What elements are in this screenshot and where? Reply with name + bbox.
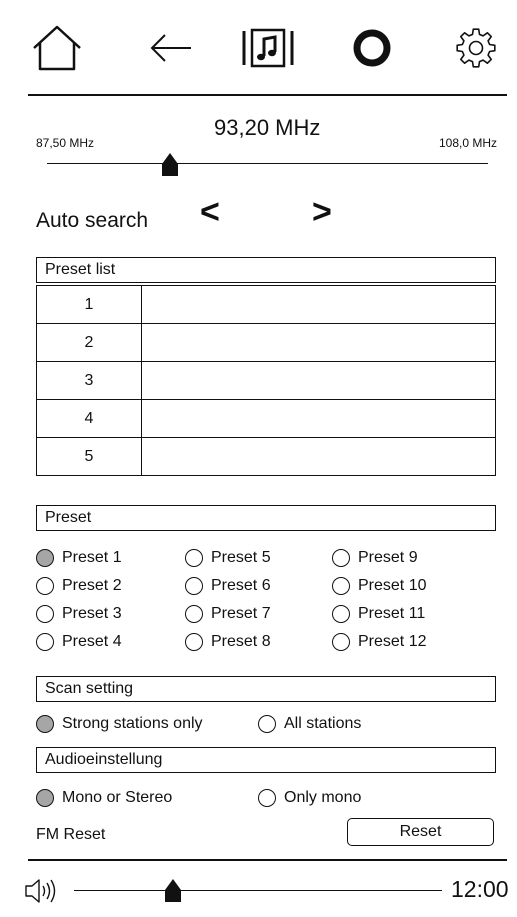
preset-option[interactable]: Preset 10 xyxy=(332,577,426,595)
scan-strong-label: Strong stations only xyxy=(62,715,203,732)
radio-unselected[interactable] xyxy=(332,633,350,651)
preset-option-label: Preset 6 xyxy=(211,577,271,594)
speaker-icon xyxy=(25,879,56,903)
preset-list-table: 12345 xyxy=(36,285,496,476)
volume-slider[interactable] xyxy=(74,878,442,902)
preset-option-label: Preset 10 xyxy=(358,577,427,594)
music-library-button[interactable] xyxy=(240,20,296,76)
preset-option-label: Preset 7 xyxy=(211,605,271,622)
preset-option[interactable]: Preset 9 xyxy=(332,549,418,567)
preset-station-name xyxy=(141,399,496,438)
radio-selected[interactable] xyxy=(36,549,54,567)
tuner-slider[interactable] xyxy=(47,153,488,184)
preset-option[interactable]: Preset 8 xyxy=(185,633,271,651)
preset-number: 4 xyxy=(36,399,142,438)
radio-unselected[interactable] xyxy=(332,549,350,567)
radio-selected[interactable] xyxy=(36,789,54,807)
radio-unselected[interactable] xyxy=(258,715,276,733)
tuner-min-label: 87,50 MHz xyxy=(36,136,95,150)
home-icon xyxy=(33,25,81,71)
preset-header: Preset xyxy=(36,505,496,531)
radio-unselected[interactable] xyxy=(258,789,276,807)
audio-mono-option[interactable]: Only mono xyxy=(258,789,361,807)
audio-setting-header: Audioeinstellung xyxy=(36,747,496,773)
tuner-current-frequency: 93,20 MHz xyxy=(214,115,321,140)
preset-option-label: Preset 12 xyxy=(358,633,427,650)
audio-stereo-option[interactable]: Mono or Stereo xyxy=(36,789,172,807)
tuner-slider-track xyxy=(47,163,488,164)
preset-option[interactable]: Preset 5 xyxy=(185,549,271,567)
radio-unselected[interactable] xyxy=(185,605,203,623)
audio-stereo-label: Mono or Stereo xyxy=(62,789,173,806)
music-library-icon xyxy=(242,28,294,68)
preset-list-row[interactable]: 1 xyxy=(36,285,496,324)
back-button[interactable] xyxy=(143,20,199,76)
preset-list-row[interactable]: 4 xyxy=(36,399,496,438)
preset-option-label: Preset 11 xyxy=(358,605,426,622)
preset-number: 2 xyxy=(36,323,142,362)
auto-search-label: Auto search xyxy=(36,209,149,232)
preset-number: 3 xyxy=(36,361,142,400)
search-next-button[interactable]: > xyxy=(312,195,332,229)
preset-option-label: Preset 5 xyxy=(211,549,271,566)
preset-option-label: Preset 3 xyxy=(62,605,122,622)
preset-station-name xyxy=(141,437,496,476)
preset-option[interactable]: Preset 7 xyxy=(185,605,271,623)
status-divider xyxy=(28,859,507,861)
preset-option[interactable]: Preset 1 xyxy=(36,549,122,567)
radio-unselected[interactable] xyxy=(36,633,54,651)
gear-icon xyxy=(456,28,496,68)
home-button[interactable] xyxy=(29,20,85,76)
reset-button[interactable]: Reset xyxy=(347,818,494,846)
scan-strong-option[interactable]: Strong stations only xyxy=(36,715,203,733)
clock-time: 12:00 xyxy=(451,876,509,902)
preset-station-name xyxy=(141,285,496,324)
radio-unselected[interactable] xyxy=(185,633,203,651)
toolbar-divider xyxy=(28,94,507,96)
volume-slider-thumb[interactable] xyxy=(164,878,182,903)
preset-number: 1 xyxy=(36,285,142,324)
assistant-button[interactable] xyxy=(344,20,400,76)
top-toolbar xyxy=(0,0,517,92)
preset-option-label: Preset 1 xyxy=(62,549,122,566)
preset-list-header: Preset list xyxy=(36,257,496,283)
fm-reset-label: FM Reset xyxy=(36,826,106,843)
audio-mono-label: Only mono xyxy=(284,789,362,806)
scan-all-label: All stations xyxy=(284,715,362,732)
preset-station-name xyxy=(141,323,496,362)
settings-button[interactable] xyxy=(448,20,504,76)
radio-unselected[interactable] xyxy=(185,577,203,595)
preset-option[interactable]: Preset 2 xyxy=(36,577,122,595)
preset-option[interactable]: Preset 11 xyxy=(332,605,425,623)
tuner-slider-thumb[interactable] xyxy=(161,152,179,177)
radio-unselected[interactable] xyxy=(185,549,203,567)
radio-unselected[interactable] xyxy=(332,605,350,623)
preset-option-label: Preset 8 xyxy=(211,633,271,650)
preset-station-name xyxy=(141,361,496,400)
preset-list-row[interactable]: 3 xyxy=(36,361,496,400)
radio-unselected[interactable] xyxy=(36,605,54,623)
preset-option-label: Preset 4 xyxy=(62,633,122,650)
radio-unselected[interactable] xyxy=(36,577,54,595)
preset-option[interactable]: Preset 3 xyxy=(36,605,122,623)
preset-option[interactable]: Preset 12 xyxy=(332,633,426,651)
preset-option-label: Preset 9 xyxy=(358,549,418,566)
ring-icon xyxy=(353,29,391,67)
preset-list-row[interactable]: 2 xyxy=(36,323,496,362)
volume-button[interactable] xyxy=(24,876,62,911)
radio-selected[interactable] xyxy=(36,715,54,733)
preset-option-label: Preset 2 xyxy=(62,577,122,594)
scan-setting-header: Scan setting xyxy=(36,676,496,702)
radio-unselected[interactable] xyxy=(332,577,350,595)
scan-all-option[interactable]: All stations xyxy=(258,715,361,733)
search-prev-button[interactable]: < xyxy=(200,195,220,229)
preset-option[interactable]: Preset 4 xyxy=(36,633,122,651)
preset-number: 5 xyxy=(36,437,142,476)
back-arrow-icon xyxy=(150,34,191,62)
preset-list-row[interactable]: 5 xyxy=(36,437,496,476)
volume-slider-track xyxy=(74,890,442,891)
tuner-max-label: 108,0 MHz xyxy=(439,136,498,150)
preset-option[interactable]: Preset 6 xyxy=(185,577,271,595)
